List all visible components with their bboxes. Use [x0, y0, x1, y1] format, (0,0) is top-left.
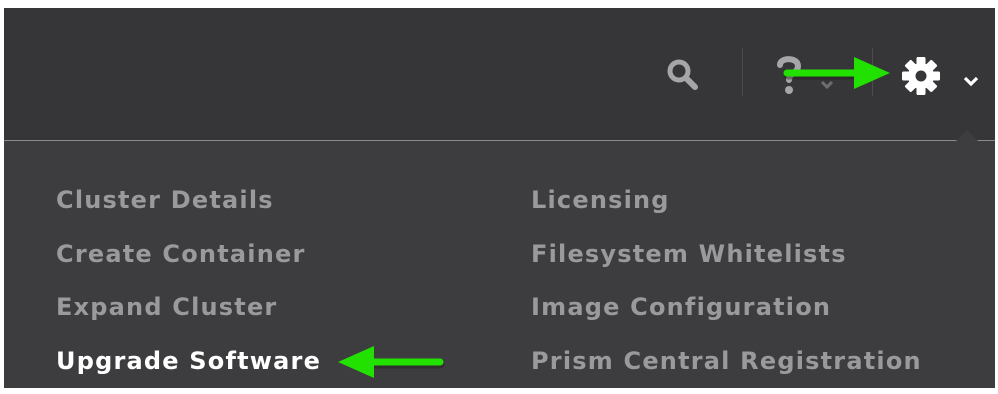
menu-item-filesystem-whitelists[interactable]: Filesystem Whitelists: [531, 240, 847, 268]
search-icon[interactable]: [666, 58, 700, 96]
help-icon[interactable]: [776, 54, 802, 100]
top-toolbar: [4, 8, 995, 141]
menu-item-cluster-details[interactable]: Cluster Details: [56, 186, 274, 214]
menu-item-image-configuration[interactable]: Image Configuration: [531, 293, 831, 321]
menu-item-expand-cluster[interactable]: Expand Cluster: [56, 293, 277, 321]
menu-item-create-container[interactable]: Create Container: [56, 240, 306, 268]
dropdown-caret: [956, 130, 978, 141]
toolbar-divider: [872, 48, 873, 96]
menu-item-prism-central-registration[interactable]: Prism Central Registration: [531, 347, 922, 375]
menu-item-upgrade-software[interactable]: Upgrade Software: [56, 347, 321, 375]
menu-item-licensing[interactable]: Licensing: [531, 186, 670, 214]
gear-icon[interactable]: [901, 56, 941, 100]
chevron-down-icon[interactable]: [963, 73, 979, 92]
toolbar-divider: [742, 48, 743, 96]
settings-dropdown-menu: Cluster Details Create Container Expand …: [4, 141, 995, 388]
app-window: Cluster Details Create Container Expand …: [4, 8, 995, 388]
help-chevron-icon[interactable]: [820, 75, 834, 94]
